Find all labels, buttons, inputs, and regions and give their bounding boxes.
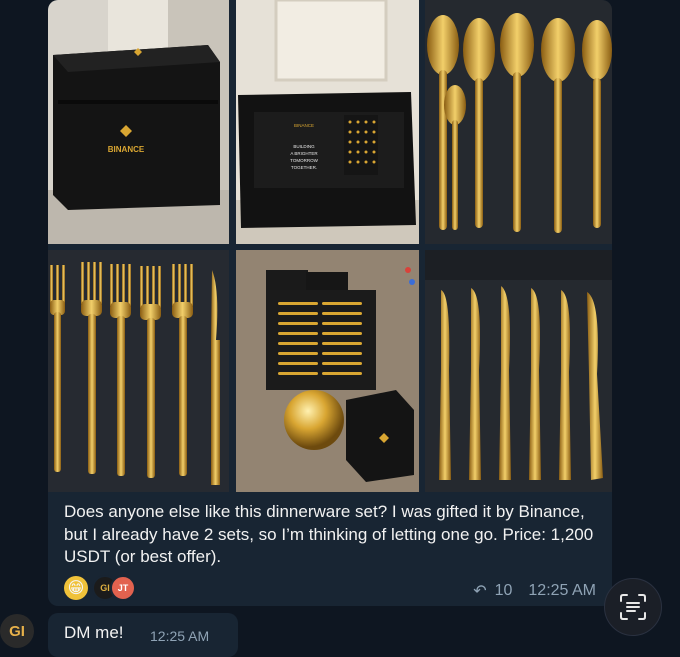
forks-image <box>48 250 229 492</box>
open-box-image: BINANCE BUILDING A BRIGHTER TOMORROW TOG… <box>236 0 419 244</box>
reactions-row[interactable]: 😁 GI JT <box>64 575 136 601</box>
full-set-image <box>236 250 419 492</box>
sender-avatar[interactable]: GI <box>0 614 34 648</box>
black-box-image: BINANCE <box>48 0 229 244</box>
photo-forks[interactable] <box>48 250 229 492</box>
photo-full-set[interactable] <box>236 250 419 492</box>
reply-arrow-icon[interactable]: ↶ <box>473 581 486 601</box>
reaction-emoji[interactable]: 😁 <box>64 576 88 600</box>
message-text: Does anyone else like this dinnerware se… <box>64 502 594 566</box>
photo-knives[interactable] <box>425 250 612 492</box>
knives-image <box>425 250 612 492</box>
card-line-1: BUILDING <box>293 144 315 149</box>
card-line-3: TOMORROW <box>290 158 318 163</box>
photo-black-box[interactable]: BINANCE <box>48 0 229 244</box>
card-line-4: TOGETHER. <box>291 165 317 170</box>
photo-album[interactable]: BINANCE BINANCE BUILDING A BRIGHTER TOMO… <box>48 0 612 492</box>
reply-text: DM me! <box>64 623 124 642</box>
text-recognition-icon <box>620 594 646 620</box>
card-brand: BINANCE <box>294 123 314 128</box>
forward-count: 10 <box>494 582 513 599</box>
box-label: BINANCE <box>108 145 145 154</box>
reactor-avatar: JT <box>110 575 136 601</box>
spoons-image <box>425 0 612 244</box>
reply-bubble[interactable]: DM me! 12:25 AM <box>48 613 238 657</box>
photo-spoons[interactable] <box>425 0 612 244</box>
message-time: 12:25 AM <box>528 582 596 599</box>
message-meta: ↶ 10 12:25 AM <box>473 581 596 601</box>
text-recognition-button[interactable] <box>604 578 662 636</box>
card-line-2: A BRIGHTER <box>290 151 318 156</box>
message-bubble[interactable]: BINANCE BINANCE BUILDING A BRIGHTER TOMO… <box>48 0 612 606</box>
photo-open-box[interactable]: BINANCE BUILDING A BRIGHTER TOMORROW TOG… <box>236 0 419 244</box>
reply-time: 12:25 AM <box>150 628 210 644</box>
